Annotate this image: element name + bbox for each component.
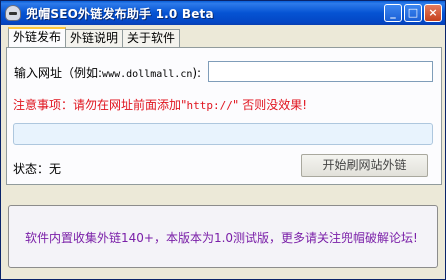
status-label: 状态： (13, 162, 50, 176)
tab-panel: 输入网址（例如:www.dollmall.cn): 注意事项：请勿在网址前面添加… (6, 47, 442, 185)
app-window: 兜帽SEO外链发布助手 1.0 Beta _ □ × 外链发布 外链说明 关于软… (0, 0, 446, 280)
status-line: 状态：无 (13, 160, 61, 177)
info-box: 软件内置收集外链140+，本版本为1.0测试版，更多请关注兜帽破解论坛! (8, 205, 438, 268)
close-button[interactable]: × (424, 4, 442, 22)
url-label-prefix: 输入网址（例如: (14, 66, 103, 80)
window-title: 兜帽SEO外链发布助手 1.0 Beta (26, 6, 214, 21)
status-value: 无 (49, 162, 62, 176)
tab-publish[interactable]: 外链发布 (8, 27, 67, 47)
tab-instructions[interactable]: 外链说明 (65, 29, 124, 47)
notice-suffix: " 否则没效果! (232, 98, 308, 112)
notice-code: http:// (186, 99, 233, 112)
notice-text: 注意事项：请勿在网址前面添加"http://" 否则没效果! (13, 96, 307, 113)
hood-logo-icon (5, 5, 21, 21)
progress-bar (13, 123, 433, 145)
maximize-button[interactable]: □ (404, 4, 422, 22)
minimize-button[interactable]: _ (384, 4, 402, 22)
start-button[interactable]: 开始刷网站外链 (301, 154, 428, 177)
title-bar[interactable]: 兜帽SEO外链发布助手 1.0 Beta _ □ × (1, 1, 445, 25)
window-controls: _ □ × (384, 4, 442, 22)
notice-prefix: 注意事项：请勿在网址前面添加" (13, 98, 187, 112)
url-label-example: www.dollmall.cn (102, 69, 193, 80)
info-text: 软件内置收集外链140+，本版本为1.0测试版，更多请关注兜帽破解论坛! (25, 231, 418, 245)
tab-strip: 外链发布 外链说明 关于软件 (8, 27, 181, 47)
url-input[interactable] (208, 61, 433, 82)
url-label: 输入网址（例如:www.dollmall.cn): (14, 64, 201, 81)
url-label-suffix: ): (192, 66, 202, 80)
tab-about[interactable]: 关于软件 (122, 29, 181, 47)
